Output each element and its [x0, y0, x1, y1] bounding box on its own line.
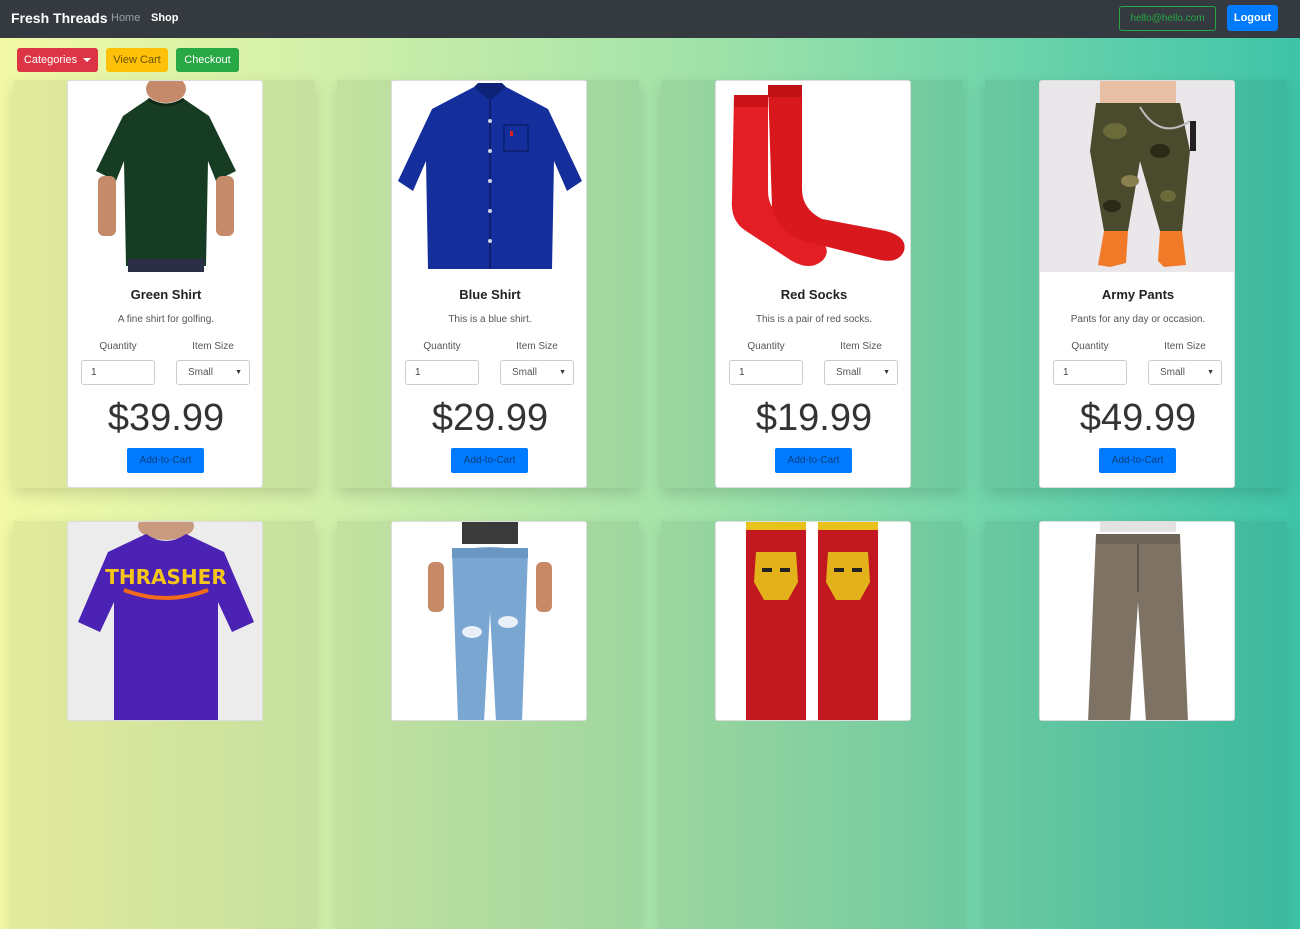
item-size-label: Item Size	[192, 341, 234, 352]
product-tile: Red Socks This is a pair of red socks. Q…	[661, 80, 963, 488]
product-tile	[661, 521, 963, 929]
dropdown-arrow-icon: ▼	[1207, 369, 1214, 376]
army-pants-image	[1040, 81, 1234, 272]
selected-size: Small	[188, 367, 214, 378]
product-name: Army Pants	[1101, 287, 1175, 302]
add-to-cart-button[interactable]: Add-to-Cart	[127, 448, 204, 473]
quantity-label: Quantity	[99, 341, 137, 352]
blue-shirt-image	[392, 81, 586, 272]
add-to-cart-button[interactable]: Add-to-Cart	[451, 448, 528, 473]
item-size-label: Item Size	[1164, 341, 1206, 352]
user-email-button[interactable]: hello@hello.com	[1119, 6, 1216, 31]
top-navbar: Fresh Threads Home Shop hello@hello.com …	[0, 0, 1300, 38]
add-to-cart-button[interactable]: Add-to-Cart	[775, 448, 852, 473]
brown-pants-image	[1040, 522, 1234, 720]
logout-button[interactable]: Logout	[1227, 5, 1278, 31]
product-card-army-pants: Army Pants Pants for any day or occasion…	[1039, 80, 1235, 488]
selected-size: Small	[836, 367, 862, 378]
blue-jeans-image	[392, 522, 586, 720]
quantity-label: Quantity	[747, 341, 785, 352]
item-size-label: Item Size	[840, 341, 882, 352]
product-price: $19.99	[755, 397, 873, 439]
checkout-button[interactable]: Checkout	[176, 48, 239, 72]
item-size-select[interactable]: Small ▼	[1148, 360, 1222, 385]
product-card-purple-tshirt: THRASHER	[67, 521, 263, 721]
nav-link-shop[interactable]: Shop	[151, 12, 179, 24]
quantity-label: Quantity	[423, 341, 461, 352]
red-socks-image	[716, 81, 910, 272]
product-description: A fine shirt for golfing.	[117, 314, 215, 325]
product-tile	[337, 521, 639, 929]
item-size-select[interactable]: Small ▼	[176, 360, 250, 385]
product-name: Blue Shirt	[459, 287, 521, 302]
product-description: Pants for any day or occasion.	[1070, 314, 1206, 325]
product-name: Red Socks	[780, 287, 848, 302]
view-cart-button[interactable]: View Cart	[106, 48, 168, 72]
product-card-brown-pants	[1039, 521, 1235, 721]
svg-text:THRASHER: THRASHER	[105, 565, 226, 589]
quantity-input[interactable]	[81, 360, 155, 385]
brand-logo-text[interactable]: Fresh Threads	[11, 10, 107, 26]
dropdown-arrow-icon: ▼	[559, 369, 566, 376]
product-description: This is a blue shirt.	[448, 314, 532, 325]
caret-down-icon	[83, 58, 92, 62]
iron-man-socks-image	[716, 522, 910, 720]
product-card-green-shirt: Green Shirt A fine shirt for golfing. Qu…	[67, 80, 263, 488]
product-name: Green Shirt	[130, 287, 202, 302]
categories-dropdown-button[interactable]: Categories	[17, 48, 98, 72]
categories-label: Categories	[23, 54, 78, 66]
nav-link-home[interactable]: Home	[111, 12, 140, 24]
product-tile: Green Shirt A fine shirt for golfing. Qu…	[13, 80, 315, 488]
add-to-cart-button[interactable]: Add-to-Cart	[1099, 448, 1176, 473]
product-card-blue-shirt: Blue Shirt This is a blue shirt. Quantit…	[391, 80, 587, 488]
product-card-iron-man-socks	[715, 521, 911, 721]
product-tile: Army Pants Pants for any day or occasion…	[985, 80, 1287, 488]
product-card-red-socks: Red Socks This is a pair of red socks. Q…	[715, 80, 911, 488]
item-size-label: Item Size	[516, 341, 558, 352]
product-price: $49.99	[1079, 397, 1197, 439]
quantity-input[interactable]	[729, 360, 803, 385]
quantity-label: Quantity	[1071, 341, 1109, 352]
dropdown-arrow-icon: ▼	[883, 369, 890, 376]
purple-tshirt-image: THRASHER	[68, 522, 262, 720]
dropdown-arrow-icon: ▼	[235, 369, 242, 376]
product-description: This is a pair of red socks.	[755, 314, 873, 325]
item-size-select[interactable]: Small ▼	[500, 360, 574, 385]
product-card-jeans	[391, 521, 587, 721]
product-tile: Blue Shirt This is a blue shirt. Quantit…	[337, 80, 639, 488]
quantity-input[interactable]	[405, 360, 479, 385]
product-tile	[985, 521, 1287, 929]
selected-size: Small	[1160, 367, 1186, 378]
selected-size: Small	[512, 367, 538, 378]
product-tile: THRASHER	[13, 521, 315, 929]
green-shirt-image	[68, 81, 262, 272]
quantity-input[interactable]	[1053, 360, 1127, 385]
product-price: $39.99	[107, 397, 225, 439]
product-price: $29.99	[431, 397, 549, 439]
item-size-select[interactable]: Small ▼	[824, 360, 898, 385]
